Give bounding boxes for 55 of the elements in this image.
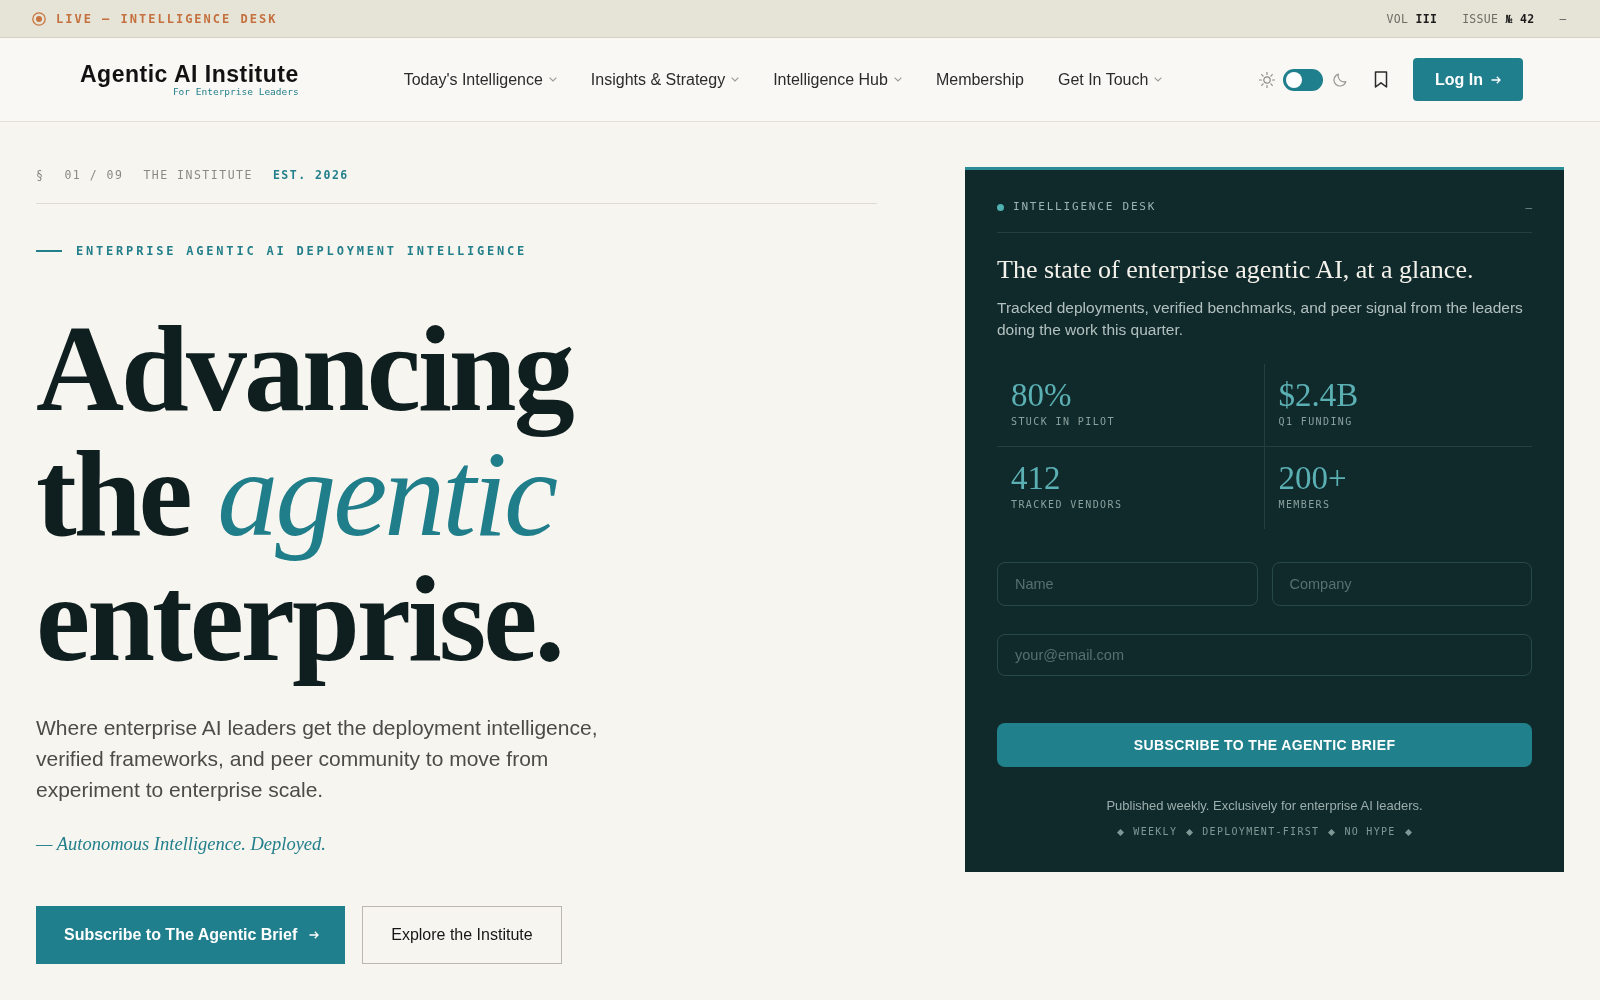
bookmark-icon[interactable] [1374,71,1388,88]
established-label: EST. 2026 [272,167,349,183]
stat-label: MEMBERS [1278,498,1331,512]
stat-label: TRACKED VENDORS [1011,498,1123,512]
collapse-button[interactable]: — [1525,200,1532,214]
hero-tagline: — Autonomous Intelligence. Deployed. [36,833,327,856]
subscribe-button[interactable]: SUBSCRIBE TO THE AGENTIC BRIEF [997,723,1532,767]
panel-title: The state of enterprise agentic AI, at a glance. [997,254,1475,286]
stat-value: 412 [1011,460,1061,496]
diamond-icon [1404,828,1412,836]
live-indicator-icon [32,11,46,26]
diamond-icon [1328,828,1336,836]
nav-link[interactable]: Insights & Strategy [590,70,740,89]
nav-link[interactable]: Get In Touch [1057,70,1163,89]
collapse-button[interactable]: — [1559,12,1566,25]
eyebrow-label: ENTERPRISE AGENTIC AI DEPLOYMENT INTELLIGENCE [76,243,528,259]
section-name: THE INSTITUTE [143,167,253,183]
status-dot-icon [997,203,1004,211]
sun-icon [1259,71,1275,88]
diamond-icon [1186,828,1194,836]
form-note: Published weekly. Exclusively for enterprise AI leaders. [1105,797,1424,815]
stat-value: $2.4B [1278,377,1359,413]
arrow-right-icon [309,931,320,939]
tag-label: DEPLOYMENT-FIRST [1202,825,1320,839]
stat-label: Q1 FUNDING [1278,415,1353,429]
input-field[interactable]: Name [997,562,1258,606]
arrow-right-icon [1491,75,1501,84]
nav-link[interactable]: Membership [935,70,1024,89]
panel-description: Tracked deployments, verified benchmarks, and peer signal from the leaders doing the work this quarter. [997,298,1524,340]
issue-label: ISSUE № 42 [1462,11,1535,26]
nav-link[interactable]: Today's Intelligence [403,70,557,89]
stat-value: 80% [1011,377,1072,413]
input-field[interactable]: Company [1271,562,1532,606]
stat-label: STUCK IN PILOT [1011,415,1115,429]
volume-label: VOL III [1386,11,1438,26]
nav-link[interactable]: Intelligence Hub [773,70,902,89]
accent-line [36,250,62,252]
section-symbol: § [36,167,45,183]
moon-icon [1333,72,1348,87]
diamond-icon [1117,828,1125,836]
hero-description: Where enterprise AI leaders get the deployment intelligence, verified frameworks, and peer community to move from experiment to enterprise scale. [36,715,599,803]
input-field[interactable]: your@email.com [997,634,1532,676]
stat-value: 200+ [1278,460,1347,496]
login-button[interactable]: Log In [1413,58,1523,101]
tag-label: NO HYPE [1344,825,1396,839]
tag-label: WEEKLY [1133,825,1178,839]
logo-wordmark[interactable]: Agentic AI Institute [80,62,299,86]
hero-headline: Advancing the agentic enterprise. [36,300,574,688]
logo-tagline: For Enterprise Leaders [172,86,299,97]
explore-button[interactable]: Explore the Institute [362,906,562,964]
theme-toggle[interactable] [1283,68,1323,91]
subscribe-button[interactable]: Subscribe to The Agentic Brief [36,906,346,964]
section-index: 01 / 09 [64,167,124,183]
live-label: LIVE — INTELLIGENCE DESK [56,11,278,26]
panel-label: INTELLIGENCE DESK [1013,199,1157,215]
